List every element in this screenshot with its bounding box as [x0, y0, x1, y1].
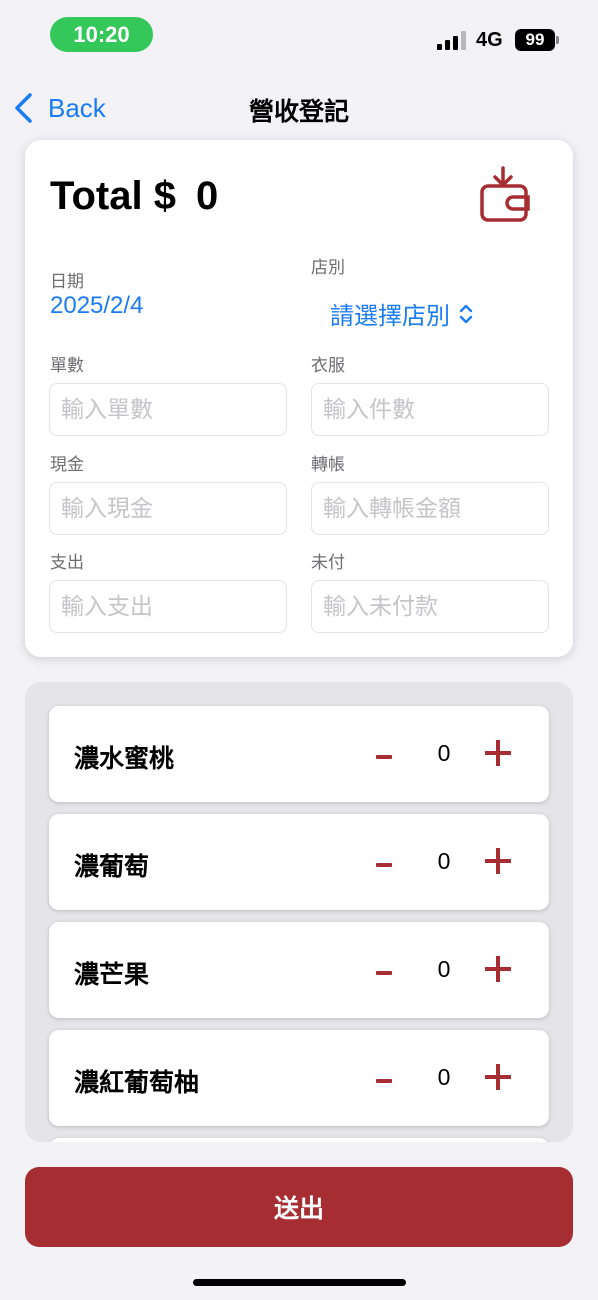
- home-indicator[interactable]: [193, 1279, 406, 1286]
- page-title: 營收登記: [248, 98, 349, 126]
- cash-field-box: [49, 482, 287, 535]
- decrement-button[interactable]: [373, 836, 397, 888]
- list-item: 濃紅葡萄柚 0: [49, 1030, 549, 1126]
- decrement-button[interactable]: [373, 1052, 397, 1104]
- orders-input[interactable]: [50, 384, 286, 435]
- store-label: 店別: [311, 258, 345, 277]
- total-display: Total $ 0: [50, 174, 218, 219]
- quantity-value: 0: [437, 740, 451, 766]
- product-name: 濃紅葡萄柚: [74, 1069, 200, 1097]
- total-amount: 0: [195, 174, 219, 218]
- cash-label: 現金: [50, 455, 84, 474]
- quantity-value: 0: [437, 848, 451, 874]
- increment-button[interactable]: [485, 739, 513, 767]
- increment-button[interactable]: [485, 847, 513, 875]
- wallet-download-icon[interactable]: [479, 166, 531, 224]
- unpaid-field-box: [311, 580, 549, 633]
- orders-field-box: [49, 383, 287, 436]
- date-picker[interactable]: 2025/2/4: [50, 292, 143, 320]
- clothes-label: 衣服: [311, 356, 345, 375]
- status-time: 10:20: [50, 17, 153, 52]
- navigation-bar: Back 營收登記: [0, 80, 598, 136]
- expense-field-box: [49, 580, 287, 633]
- chevron-up-down-icon: [459, 304, 473, 323]
- transfer-field-box: [311, 482, 549, 535]
- decrement-button[interactable]: [373, 944, 397, 996]
- date-label: 日期: [50, 272, 84, 291]
- unpaid-label: 未付: [311, 553, 345, 572]
- increment-button[interactable]: [485, 955, 513, 983]
- status-bar: 10:20 4G 99: [0, 0, 598, 70]
- clothes-input[interactable]: [312, 384, 548, 435]
- summary-card: Total $ 0 日期 2025/2/4 店別 請選擇店別 單數 衣服 現金 …: [25, 140, 573, 657]
- product-name: 濃芒果: [74, 961, 150, 989]
- increment-button[interactable]: [485, 1063, 513, 1091]
- quantity-value: 0: [437, 1064, 451, 1090]
- battery-icon: 99: [515, 29, 555, 51]
- transfer-label: 轉帳: [311, 455, 345, 474]
- expense-label: 支出: [50, 553, 84, 572]
- cash-input[interactable]: [50, 483, 286, 534]
- transfer-input[interactable]: [312, 483, 548, 534]
- store-picker-value: 請選擇店別: [330, 303, 450, 330]
- decrement-button[interactable]: [373, 728, 397, 780]
- submit-button[interactable]: 送出: [25, 1167, 573, 1247]
- list-item: 濃水蜜桃 0: [49, 706, 549, 802]
- unpaid-input[interactable]: [312, 581, 548, 632]
- quantity-value: 0: [437, 956, 451, 982]
- list-item-partial: [49, 1138, 549, 1142]
- network-type: 4G: [476, 29, 503, 51]
- battery-tip: [556, 36, 559, 44]
- list-item: 濃葡萄 0: [49, 814, 549, 910]
- total-label: Total $: [50, 174, 176, 218]
- store-picker[interactable]: 請選擇店別: [330, 296, 474, 331]
- orders-label: 單數: [50, 356, 84, 375]
- cellular-signal-icon: [437, 31, 468, 50]
- expense-input[interactable]: [50, 581, 286, 632]
- product-list[interactable]: 濃水蜜桃 0 濃葡萄 0 濃芒果 0 濃紅葡萄柚 0: [25, 682, 573, 1142]
- clothes-field-box: [311, 383, 549, 436]
- product-name: 濃水蜜桃: [74, 745, 175, 773]
- list-item: 濃芒果 0: [49, 922, 549, 1018]
- product-name: 濃葡萄: [74, 853, 150, 881]
